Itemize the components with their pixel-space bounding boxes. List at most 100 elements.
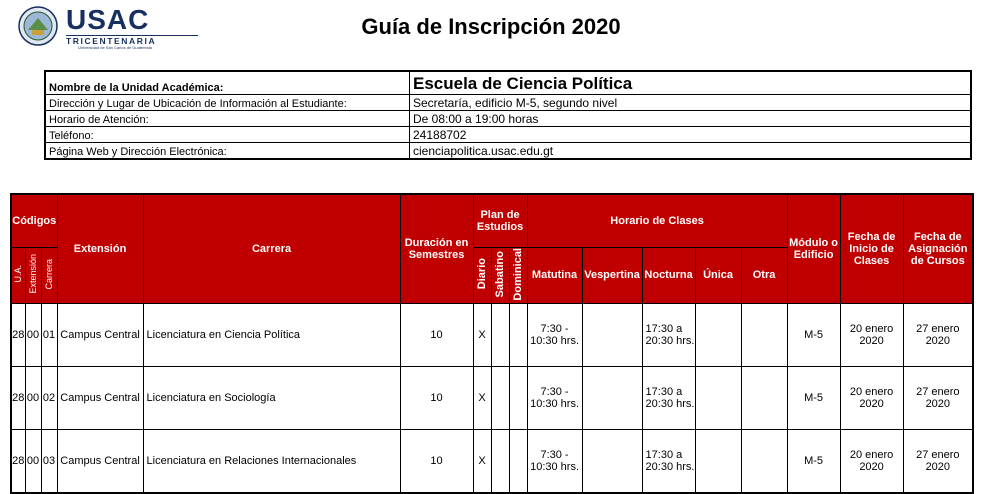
info-row: Nombre de la Unidad Académica: Escuela d… bbox=[44, 70, 972, 95]
cell-otra bbox=[740, 429, 788, 494]
info-value: De 08:00 a 19:00 horas bbox=[409, 110, 972, 127]
cell-unica bbox=[694, 303, 742, 368]
cell-extension: Campus Central bbox=[56, 429, 144, 494]
cell-inicio: 20 enero 2020 bbox=[839, 429, 904, 494]
cell-extension: Campus Central bbox=[56, 303, 144, 368]
cell-otra bbox=[740, 366, 788, 431]
info-row: Dirección y Lugar de Ubicación de Inform… bbox=[44, 94, 972, 111]
header-horario: Horario de Clases bbox=[526, 193, 788, 248]
cell-vespertina bbox=[581, 429, 643, 494]
table-row: 28 00 03 Campus Central Licenciatura en … bbox=[10, 429, 974, 494]
header-unica: Única bbox=[694, 246, 742, 305]
info-value: Escuela de Ciencia Política bbox=[409, 70, 972, 95]
header-inicio: Fecha de Inicio de Clases bbox=[839, 193, 904, 305]
info-label: Dirección y Lugar de Ubicación de Inform… bbox=[44, 94, 410, 111]
header-duracion: Duración en Semestres bbox=[399, 193, 474, 305]
info-row: Horario de Atención: De 08:00 a 19:00 ho… bbox=[44, 110, 972, 127]
header-modulo: Módulo o Edificio bbox=[786, 193, 841, 305]
header-row: Códigos Extensión Carrera Duración en Se… bbox=[10, 193, 974, 305]
unit-info-table: Nombre de la Unidad Académica: Escuela d… bbox=[44, 70, 972, 160]
cell-extension: Campus Central bbox=[56, 366, 144, 431]
header-diario: Diario bbox=[476, 258, 489, 290]
info-label: Horario de Atención: bbox=[44, 110, 410, 127]
header-carrera-code-cell: Carrera bbox=[40, 246, 58, 305]
info-label: Teléfono: bbox=[44, 126, 410, 143]
cell-sabatino bbox=[490, 429, 510, 494]
cell-modulo: M-5 bbox=[786, 429, 841, 494]
table-row: 28 00 01 Campus Central Licenciatura en … bbox=[10, 303, 974, 368]
info-row: Teléfono: 24188702 bbox=[44, 126, 972, 143]
info-value: cienciapolitica.usac.edu.gt bbox=[409, 142, 972, 160]
cell-duracion: 10 bbox=[399, 366, 474, 431]
header-sabatino-cell: Sabatino bbox=[490, 246, 510, 305]
cell-ua: 28 bbox=[10, 303, 26, 368]
cell-ext-code: 00 bbox=[24, 366, 42, 431]
cell-sabatino bbox=[490, 303, 510, 368]
info-label: Página Web y Dirección Electrónica: bbox=[44, 142, 410, 160]
info-row: Página Web y Dirección Electrónica: cien… bbox=[44, 142, 972, 160]
header-ua-cell: U.A. bbox=[10, 246, 26, 305]
info-value: Secretaría, edificio M-5, segundo nivel bbox=[409, 94, 972, 111]
header-dominical: Dominical bbox=[512, 247, 525, 301]
header-diario-cell: Diario bbox=[472, 246, 492, 305]
info-value: 24188702 bbox=[409, 126, 972, 143]
info-label: Nombre de la Unidad Académica: bbox=[44, 70, 410, 95]
cell-car-code: 01 bbox=[40, 303, 58, 368]
cell-inicio: 20 enero 2020 bbox=[839, 303, 904, 368]
cell-car-code: 03 bbox=[40, 429, 58, 494]
header-ua: U.A. bbox=[13, 265, 24, 283]
cell-matutina: 7:30 - 10:30 hrs. bbox=[526, 303, 583, 368]
cell-diario: X bbox=[472, 366, 492, 431]
cell-matutina: 7:30 - 10:30 hrs. bbox=[526, 429, 583, 494]
cell-duracion: 10 bbox=[399, 429, 474, 494]
cell-dominical bbox=[508, 366, 528, 431]
header-nocturna: Nocturna bbox=[641, 246, 696, 305]
cell-ua: 28 bbox=[10, 429, 26, 494]
cell-matutina: 7:30 - 10:30 hrs. bbox=[526, 366, 583, 431]
header-otra: Otra bbox=[740, 246, 788, 305]
cell-car-code: 02 bbox=[40, 366, 58, 431]
cell-unica bbox=[694, 429, 742, 494]
cell-asignacion: 27 enero 2020 bbox=[902, 303, 974, 368]
cell-unica bbox=[694, 366, 742, 431]
cell-ext-code: 00 bbox=[24, 429, 42, 494]
cell-dominical bbox=[508, 429, 528, 494]
page-title: Guía de Inscripción 2020 bbox=[361, 14, 621, 39]
cell-modulo: M-5 bbox=[786, 303, 841, 368]
cell-diario: X bbox=[472, 303, 492, 368]
table-row: 28 00 02 Campus Central Licenciatura en … bbox=[10, 366, 974, 431]
header-matutina: Matutina bbox=[526, 246, 583, 305]
cell-ua: 28 bbox=[10, 366, 26, 431]
cell-carrera: Licenciatura en Sociología bbox=[142, 366, 401, 431]
cell-duracion: 10 bbox=[399, 303, 474, 368]
header-asignacion: Fecha de Asignación de Cursos bbox=[902, 193, 974, 305]
cell-dominical bbox=[508, 303, 528, 368]
header-plan: Plan de Estudios bbox=[472, 193, 528, 248]
cell-ext-code: 00 bbox=[24, 303, 42, 368]
header-extension-code-cell: Extensión bbox=[24, 246, 42, 305]
cell-sabatino bbox=[490, 366, 510, 431]
header-codigos: Códigos bbox=[10, 193, 58, 248]
cell-carrera: Licenciatura en Ciencia Política bbox=[142, 303, 401, 368]
header-sabatino: Sabatino bbox=[494, 250, 507, 298]
header-extension: Extensión bbox=[56, 193, 144, 305]
cell-otra bbox=[740, 303, 788, 368]
header-carrera-code: Carrera bbox=[44, 258, 55, 290]
cell-asignacion: 27 enero 2020 bbox=[902, 429, 974, 494]
cell-nocturna: 17:30 a 20:30 hrs. bbox=[641, 366, 696, 431]
cell-asignacion: 27 enero 2020 bbox=[902, 366, 974, 431]
cell-nocturna: 17:30 a 20:30 hrs. bbox=[641, 429, 696, 494]
header-vespertina: Vespertina bbox=[581, 246, 643, 305]
cell-nocturna: 17:30 a 20:30 hrs. bbox=[641, 303, 696, 368]
cell-inicio: 20 enero 2020 bbox=[839, 366, 904, 431]
cell-diario: X bbox=[472, 429, 492, 494]
cell-vespertina bbox=[581, 366, 643, 431]
cell-modulo: M-5 bbox=[786, 366, 841, 431]
header-carrera: Carrera bbox=[142, 193, 401, 305]
header-dominical-cell: Dominical bbox=[508, 246, 528, 305]
logo-tagline: Universidad de San Carlos de Guatemala bbox=[78, 45, 152, 50]
cell-vespertina bbox=[581, 303, 643, 368]
header-extension-code: Extensión bbox=[28, 254, 38, 294]
cell-carrera: Licenciatura en Relaciones Internacional… bbox=[142, 429, 401, 494]
careers-table: Códigos Extensión Carrera Duración en Se… bbox=[10, 193, 975, 494]
